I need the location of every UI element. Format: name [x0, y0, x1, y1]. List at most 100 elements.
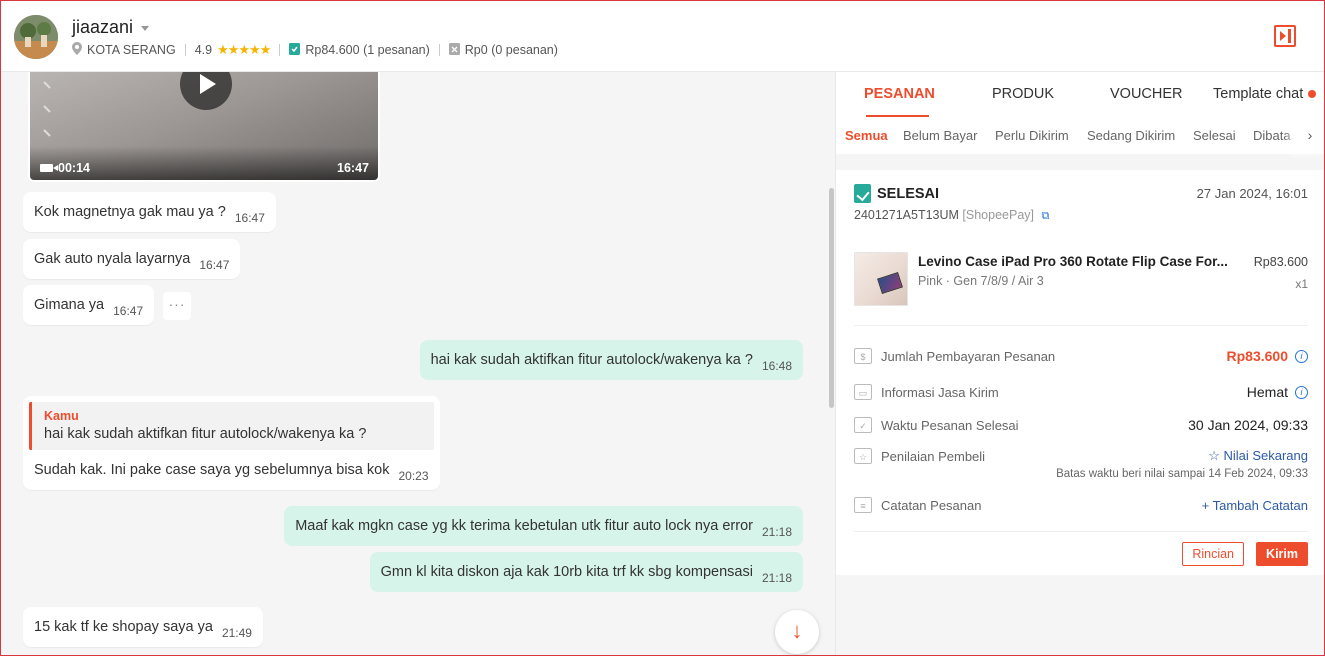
product-image[interactable]: [854, 252, 908, 306]
order-id: 2401271A5T13UM [ShopeePay] ⧉: [854, 208, 1049, 223]
play-icon[interactable]: [180, 72, 232, 110]
paid-orders-count: (1 pesanan): [363, 43, 430, 57]
message-time: 16:47: [337, 161, 369, 175]
buyer-username[interactable]: jiaazani: [72, 17, 133, 38]
incoming-message[interactable]: Gak auto nyala layarnya 16:47: [23, 239, 241, 279]
divider: [184, 44, 186, 56]
quote-text: hai kak sudah aktifkan fitur autolock/wa…: [44, 426, 367, 442]
unpaid-amount: Rp0: [464, 43, 488, 57]
message-time: 16:48: [761, 359, 792, 373]
outgoing-message[interactable]: Maaf kak mgkn case yg kk terima kebetula…: [284, 506, 803, 546]
exit-chat-icon[interactable]: [1274, 25, 1296, 47]
divider: [854, 531, 1308, 532]
message-time: 21:18: [761, 571, 792, 585]
message-text: 15 kak tf ke shopay saya ya: [34, 619, 213, 635]
info-icon[interactable]: i: [1295, 385, 1308, 399]
message-text: hai kak sudah aktifkan fitur autolock/wa…: [430, 352, 753, 368]
completed-check-icon: [854, 184, 871, 203]
divider: [438, 44, 440, 56]
review-deadline: Batas waktu beri nilai sampai 14 Feb 202…: [1056, 468, 1308, 480]
filter-perlu-dikirim[interactable]: Perlu Dikirim: [995, 128, 1069, 143]
completed-time-value: 30 Jan 2024, 09:33: [1188, 417, 1308, 433]
product-price: Rp83.600: [1253, 255, 1308, 269]
incoming-message[interactable]: 15 kak tf ke shopay saya ya 21:49: [23, 607, 263, 647]
buyer-location: KOTA SERANG: [87, 43, 176, 57]
payment-total-row: $ Jumlah Pembayaran Pesanan Rp83.600 i: [854, 346, 1308, 366]
incoming-message[interactable]: Kok magnetnya gak mau ya ? 16:47: [23, 192, 276, 232]
order-date: 27 Jan 2024, 16:01: [1196, 186, 1308, 201]
outgoing-message[interactable]: Gmn kl kita diskon aja kak 10rb kita trf…: [369, 552, 803, 592]
order-detail-button[interactable]: Rincian: [1182, 542, 1244, 566]
filter-belum-bayar[interactable]: Belum Bayar: [903, 128, 977, 143]
tab-template-chat[interactable]: Template chat: [1213, 86, 1303, 102]
filter-dibatalkan[interactable]: Dibata: [1253, 128, 1291, 143]
order-status: SELESAI: [854, 184, 939, 203]
product-name[interactable]: Levino Case iPad Pro 360 Rotate Flip Cas…: [918, 254, 1228, 269]
cancelled-order-icon: [448, 42, 460, 58]
chat-scrollbar[interactable]: [829, 188, 834, 408]
shipping-row: ▭ Informasi Jasa Kirim Hemat i: [854, 382, 1308, 402]
payment-total-label: Jumlah Pembayaran Pesanan: [881, 348, 1056, 364]
send-order-button[interactable]: Kirim: [1256, 542, 1308, 566]
message-text: Gak auto nyala layarnya: [34, 251, 191, 267]
shipping-value: Hemat: [1246, 384, 1288, 400]
message-time: 20:23: [398, 469, 429, 483]
divider: [279, 44, 281, 56]
filter-selesai[interactable]: Selesai: [1193, 128, 1236, 143]
order-note-label: Catatan Pesanan: [881, 497, 982, 513]
video-duration-text: 00:14: [58, 161, 90, 175]
add-note-link[interactable]: + Tambah Catatan: [1202, 498, 1308, 513]
video-duration: 00:14: [40, 161, 90, 175]
order-side-panel: PESANAN PRODUK VOUCHER Template chat Sem…: [835, 72, 1325, 656]
tab-pesanan[interactable]: PESANAN: [864, 86, 935, 102]
location-pin-icon: [72, 42, 82, 58]
tab-voucher[interactable]: VOUCHER: [1110, 86, 1183, 102]
divider: [854, 325, 1308, 326]
rate-now-link[interactable]: ☆ Nilai Sekarang: [1208, 448, 1308, 464]
incoming-reply-message[interactable]: Kamu hai kak sudah aktifkan fitur autolo…: [23, 396, 440, 490]
order-status-label: SELESAI: [877, 185, 940, 202]
product-variation: Pink · Gen 7/8/9 / Air 3: [918, 274, 1044, 288]
message-text: Gimana ya: [34, 297, 105, 313]
rating-stars-icon: ★★★★★: [217, 42, 271, 57]
arrow-down-icon: ↓: [791, 618, 803, 643]
chat-message-list[interactable]: 00:14 16:47 Kok magnetnya gak mau ya ? 16…: [0, 72, 835, 656]
message-time: 21:18: [761, 525, 792, 539]
completed-time-row: ✓ Waktu Pesanan Selesai 30 Jan 2024, 09:…: [854, 415, 1308, 435]
buyer-review-label: Penilaian Pembeli: [881, 448, 986, 464]
quoted-message[interactable]: Kamu hai kak sudah aktifkan fitur autolo…: [29, 402, 434, 450]
tab-produk[interactable]: PRODUK: [992, 86, 1054, 102]
paid-order-icon: [289, 42, 301, 58]
buyer-review-row: ☆ Penilaian Pembeli ☆ Nilai Sekarang: [854, 446, 1308, 466]
calendar-check-icon: ✓: [854, 417, 872, 433]
chevron-down-icon[interactable]: [141, 26, 150, 31]
outgoing-message[interactable]: hai kak sudah aktifkan fitur autolock/wa…: [419, 340, 803, 380]
completed-time-label: Waktu Pesanan Selesai: [881, 417, 1019, 433]
paid-amount: Rp84.600: [305, 43, 360, 57]
unpaid-orders-count: (0 pesanan): [491, 43, 558, 57]
note-icon: ≡: [854, 497, 872, 513]
panel-tabs: PESANAN PRODUK VOUCHER Template chat: [836, 72, 1325, 118]
order-note-row: ≡ Catatan Pesanan + Tambah Catatan: [854, 495, 1308, 515]
chevron-right-icon[interactable]: ›: [1294, 118, 1325, 154]
order-card: SELESAI 27 Jan 2024, 16:01 2401271A5T13U…: [836, 170, 1325, 575]
message-text: Kok magnetnya gak mau ya ?: [34, 204, 226, 220]
product-quantity: x1: [1295, 277, 1308, 291]
shipping-label: Informasi Jasa Kirim: [881, 384, 999, 400]
scroll-to-bottom-button[interactable]: ↓: [775, 610, 819, 654]
filter-sedang-dikirim[interactable]: Sedang Dikirim: [1087, 128, 1175, 143]
star-review-icon: ☆: [854, 448, 872, 464]
external-link-icon[interactable]: ⧉: [1042, 210, 1050, 222]
info-icon[interactable]: i: [1295, 349, 1308, 363]
message-more-options-button[interactable]: ···: [163, 292, 191, 320]
message-text: Sudah kak. Ini pake case saya yg sebelum…: [34, 462, 390, 478]
quote-author: Kamu: [44, 409, 79, 423]
video-message[interactable]: 00:14 16:47: [28, 72, 380, 182]
avatar[interactable]: [14, 15, 58, 59]
filter-semua[interactable]: Semua: [845, 128, 888, 143]
video-camera-icon: [40, 164, 58, 172]
active-tab-indicator: [866, 115, 929, 117]
order-number[interactable]: 2401271A5T13UM: [854, 208, 959, 222]
message-time: 16:47: [234, 211, 265, 225]
incoming-message[interactable]: Gimana ya 16:47: [23, 285, 155, 325]
